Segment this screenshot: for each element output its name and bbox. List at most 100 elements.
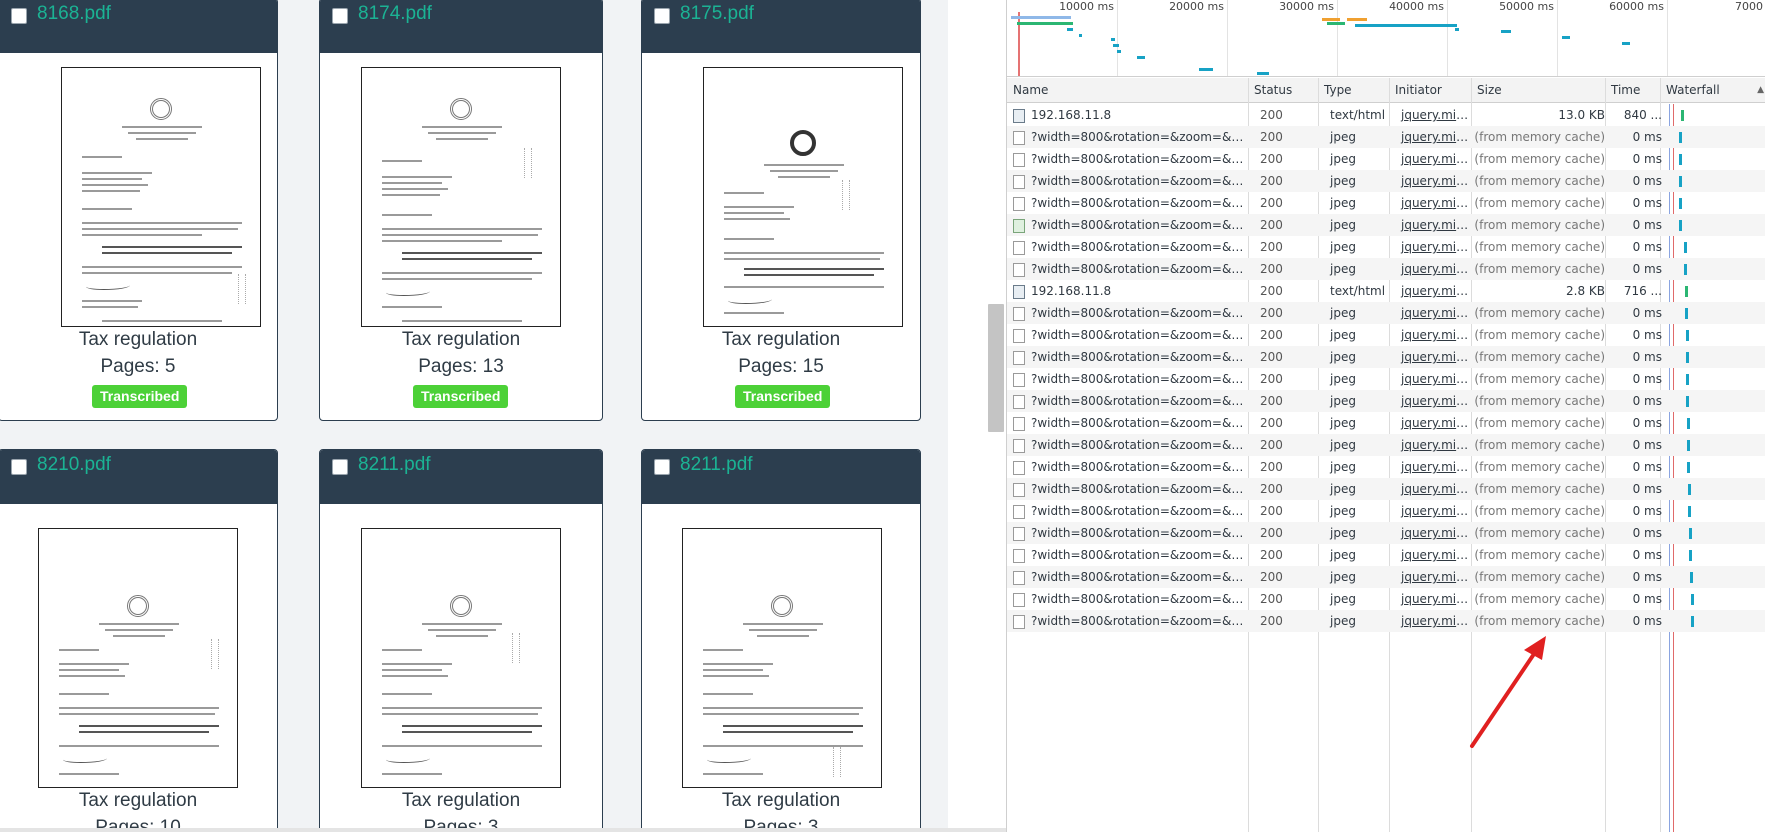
document-card[interactable]: 8174.pdf Tax regulation Pages: 13 Transc… <box>319 0 603 421</box>
network-request-row[interactable]: ?width=800&rotation=&zoom=&he... 200 jpeg j… <box>1007 478 1765 500</box>
request-initiator-link[interactable]: jquery.min... <box>1399 500 1475 522</box>
network-request-row[interactable]: ?width=800&rotation=&zoom=&he... 200 jpeg j… <box>1007 412 1765 434</box>
column-header-type[interactable]: Type <box>1318 78 1389 103</box>
request-name[interactable]: ?width=800&rotation=&zoom=&he... <box>1013 610 1248 632</box>
filename-link[interactable]: 8211.pdf <box>680 454 753 476</box>
network-request-row[interactable]: ?width=800&rotation=&zoom=&he... 200 jpeg j… <box>1007 500 1765 522</box>
request-name[interactable]: ?width=800&rotation=&zoom=&he... <box>1013 368 1248 390</box>
network-request-row[interactable]: ?width=800&rotation=&zoom=&he... 200 jpeg j… <box>1007 434 1765 456</box>
vertical-scrollbar-thumb[interactable] <box>988 304 1004 432</box>
network-request-row[interactable]: ?width=800&rotation=&zoom=&he... 200 jpeg j… <box>1007 544 1765 566</box>
request-initiator-link[interactable]: jquery.min... <box>1399 456 1475 478</box>
network-request-row[interactable]: ?width=800&rotation=&zoom=&he... 200 jpeg j… <box>1007 148 1765 170</box>
network-request-row[interactable]: ?width=800&rotation=&zoom=&he... 200 jpeg j… <box>1007 566 1765 588</box>
request-initiator-link[interactable]: jquery.min... <box>1399 126 1475 148</box>
document-card[interactable]: 8211.pdf Tax regulation Pages: 3 <box>319 449 603 832</box>
request-initiator-link[interactable]: jquery.min... <box>1399 566 1475 588</box>
select-checkbox[interactable] <box>332 8 348 24</box>
request-name[interactable]: ?width=800&rotation=&zoom=&he... <box>1013 302 1248 324</box>
network-request-row[interactable]: ?width=800&rotation=&zoom=&he... 200 jpeg j… <box>1007 192 1765 214</box>
document-card[interactable]: 8168.pdf Tax regulation Pages: 5 Transcr… <box>0 0 278 421</box>
network-request-row[interactable]: ?width=800&rotation=&zoom=&he... 200 jpeg j… <box>1007 522 1765 544</box>
document-card[interactable]: 8175.pdf Tax regulation Pages: 15 Transc… <box>641 0 921 421</box>
select-checkbox[interactable] <box>654 459 670 475</box>
request-initiator-link[interactable]: jquery.min... <box>1399 302 1475 324</box>
filename-link[interactable]: 8211.pdf <box>358 454 431 476</box>
network-request-row[interactable]: ?width=800&rotation=&zoom=&he... 200 jpeg j… <box>1007 258 1765 280</box>
request-initiator-link[interactable]: jquery.min... <box>1399 588 1475 610</box>
request-name[interactable]: ?width=800&rotation=&zoom=&he... <box>1013 412 1248 434</box>
request-name[interactable]: ?width=800&rotation=&zoom=&he... <box>1013 214 1248 236</box>
request-initiator-link[interactable]: jquery.min... <box>1399 258 1475 280</box>
network-request-row[interactable]: ?width=800&rotation=&zoom=&he... 200 jpeg j… <box>1007 126 1765 148</box>
request-name[interactable]: ?width=800&rotation=&zoom=&he... <box>1013 170 1248 192</box>
network-request-row[interactable]: ?width=800&rotation=&zoom=&he... 200 jpeg j… <box>1007 324 1765 346</box>
request-name[interactable]: 192.168.11.8 <box>1013 280 1248 302</box>
select-checkbox[interactable] <box>11 459 27 475</box>
network-request-row[interactable]: ?width=800&rotation=&zoom=&he... 200 jpeg j… <box>1007 610 1765 632</box>
request-name[interactable]: ?width=800&rotation=&zoom=&he... <box>1013 566 1248 588</box>
request-initiator-link[interactable]: jquery.min... <box>1399 148 1475 170</box>
request-name[interactable]: 192.168.11.8 <box>1013 104 1248 126</box>
request-initiator-link[interactable]: jquery.min... <box>1399 368 1475 390</box>
network-request-row[interactable]: ?width=800&rotation=&zoom=&he... 200 jpeg j… <box>1007 588 1765 610</box>
request-initiator-link[interactable]: jquery.min... <box>1399 324 1475 346</box>
request-name[interactable]: ?width=800&rotation=&zoom=&he... <box>1013 456 1248 478</box>
document-thumbnail[interactable] <box>361 528 561 788</box>
column-header-initiator[interactable]: Initiator <box>1389 78 1471 103</box>
request-name[interactable]: ?width=800&rotation=&zoom=&he... <box>1013 192 1248 214</box>
timeline-overview[interactable]: 10000 ms 20000 ms 30000 ms 40000 ms 5000… <box>1007 0 1765 77</box>
request-name[interactable]: ?width=800&rotation=&zoom=&he... <box>1013 126 1248 148</box>
document-card[interactable]: 8211.pdf Tax regulation Pages: 3 <box>641 449 921 832</box>
filename-link[interactable]: 8168.pdf <box>37 3 111 25</box>
request-name[interactable]: ?width=800&rotation=&zoom=&he... <box>1013 148 1248 170</box>
document-card[interactable]: 8210.pdf Tax regulation Pages: 10 <box>0 449 278 832</box>
network-request-row[interactable]: 192.168.11.8 200 text/html jquery.min... 2.8… <box>1007 280 1765 302</box>
network-request-row[interactable]: ?width=800&rotation=&zoom=&he... 200 jpeg j… <box>1007 368 1765 390</box>
column-header-waterfall[interactable]: Waterfall ▲ <box>1660 78 1765 103</box>
select-checkbox[interactable] <box>332 459 348 475</box>
horizontal-scrollbar[interactable] <box>0 828 1006 832</box>
request-name[interactable]: ?width=800&rotation=&zoom=&he... <box>1013 390 1248 412</box>
request-name[interactable]: ?width=800&rotation=&zoom=&he... <box>1013 478 1248 500</box>
network-request-row[interactable]: ?width=800&rotation=&zoom=&he... 200 jpeg j… <box>1007 302 1765 324</box>
filename-link[interactable]: 8174.pdf <box>358 3 432 25</box>
column-header-size[interactable]: Size <box>1471 78 1605 103</box>
request-name[interactable]: ?width=800&rotation=&zoom=&he... <box>1013 434 1248 456</box>
column-header-time[interactable]: Time <box>1605 78 1660 103</box>
network-request-row[interactable]: ?width=800&rotation=&zoom=&he... 200 jpeg j… <box>1007 170 1765 192</box>
select-checkbox[interactable] <box>11 8 27 24</box>
request-initiator-link[interactable]: jquery.min... <box>1399 544 1475 566</box>
request-initiator-link[interactable]: jquery.min... <box>1399 280 1475 302</box>
request-initiator-link[interactable]: jquery.min... <box>1399 412 1475 434</box>
column-header-status[interactable]: Status <box>1248 78 1318 103</box>
request-name[interactable]: ?width=800&rotation=&zoom=&he... <box>1013 500 1248 522</box>
request-initiator-link[interactable]: jquery.min... <box>1399 236 1475 258</box>
request-name[interactable]: ?width=800&rotation=&zoom=&he... <box>1013 324 1248 346</box>
select-checkbox[interactable] <box>654 8 670 24</box>
request-initiator-link[interactable]: jquery.min... <box>1399 478 1475 500</box>
request-name[interactable]: ?width=800&rotation=&zoom=&he... <box>1013 544 1248 566</box>
request-initiator-link[interactable]: jquery.min... <box>1399 346 1475 368</box>
request-name[interactable]: ?width=800&rotation=&zoom=&he... <box>1013 522 1248 544</box>
request-initiator-link[interactable]: jquery.min... <box>1399 522 1475 544</box>
network-request-row[interactable]: ?width=800&rotation=&zoom=&he... 200 jpeg j… <box>1007 214 1765 236</box>
network-request-row[interactable]: 192.168.11.8 200 text/html jquery.min... 13.… <box>1007 104 1765 126</box>
request-initiator-link[interactable]: jquery.min... <box>1399 434 1475 456</box>
request-name[interactable]: ?width=800&rotation=&zoom=&he... <box>1013 258 1248 280</box>
network-request-row[interactable]: ?width=800&rotation=&zoom=&he... 200 jpeg j… <box>1007 390 1765 412</box>
column-header-name[interactable]: Name <box>1007 78 1248 103</box>
document-thumbnail[interactable] <box>703 67 903 327</box>
network-request-row[interactable]: ?width=800&rotation=&zoom=&he... 200 jpeg j… <box>1007 346 1765 368</box>
request-name[interactable]: ?width=800&rotation=&zoom=&he... <box>1013 346 1248 368</box>
request-initiator-link[interactable]: jquery.min... <box>1399 192 1475 214</box>
document-thumbnail[interactable] <box>61 67 261 327</box>
network-request-row[interactable]: ?width=800&rotation=&zoom=&he... 200 jpeg j… <box>1007 236 1765 258</box>
request-initiator-link[interactable]: jquery.min... <box>1399 214 1475 236</box>
request-name[interactable]: ?width=800&rotation=&zoom=&he... <box>1013 236 1248 258</box>
request-name[interactable]: ?width=800&rotation=&zoom=&he... <box>1013 588 1248 610</box>
document-thumbnail[interactable] <box>38 528 238 788</box>
filename-link[interactable]: 8175.pdf <box>680 3 754 25</box>
request-initiator-link[interactable]: jquery.min... <box>1399 610 1475 632</box>
document-thumbnail[interactable] <box>682 528 882 788</box>
